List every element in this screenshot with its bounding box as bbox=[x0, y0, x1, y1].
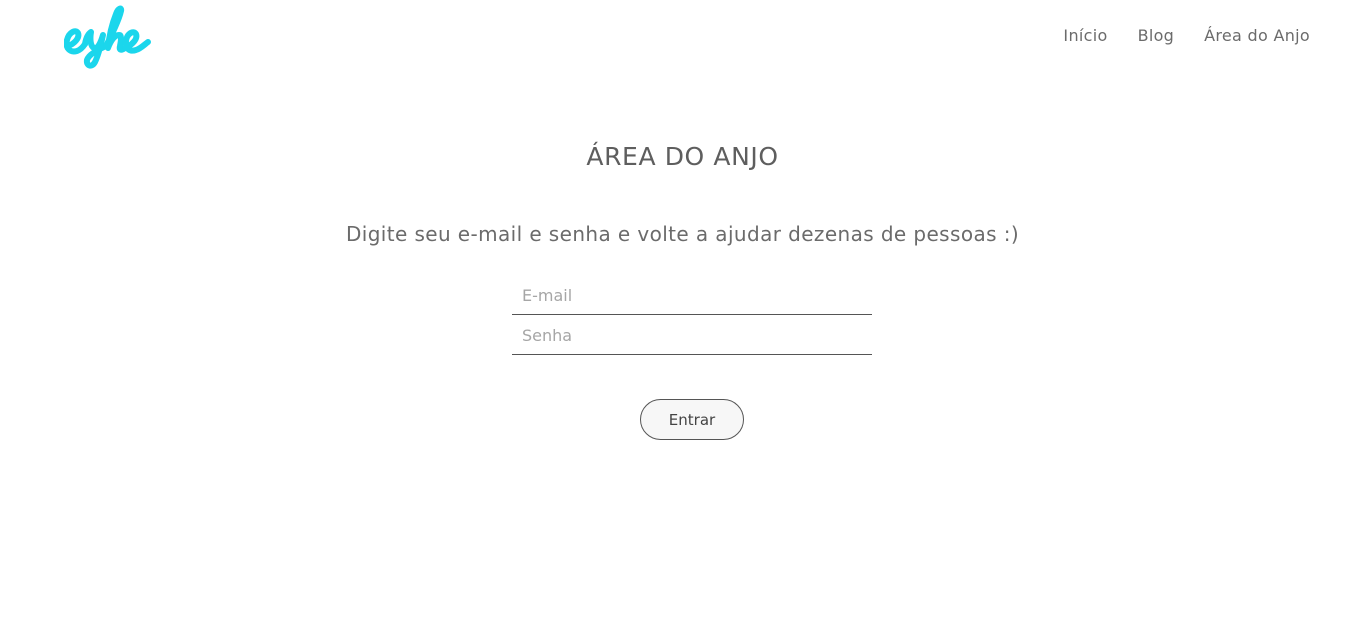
main-nav: Início Blog Área do Anjo bbox=[1063, 26, 1310, 46]
nav-link-blog[interactable]: Blog bbox=[1138, 26, 1175, 46]
page: Início Blog Área do Anjo ÁREA DO ANJO Di… bbox=[0, 0, 1365, 621]
nav-link-area-do-anjo[interactable]: Área do Anjo bbox=[1204, 26, 1310, 46]
nav-link-inicio[interactable]: Início bbox=[1063, 26, 1107, 46]
email-field[interactable] bbox=[512, 277, 872, 315]
login-button[interactable]: Entrar bbox=[640, 399, 744, 440]
page-subtitle: Digite seu e-mail e senha e volte a ajud… bbox=[345, 222, 1020, 246]
password-field[interactable] bbox=[512, 317, 872, 355]
eyhe-logo[interactable] bbox=[64, 4, 154, 70]
page-title: ÁREA DO ANJO bbox=[586, 142, 779, 171]
